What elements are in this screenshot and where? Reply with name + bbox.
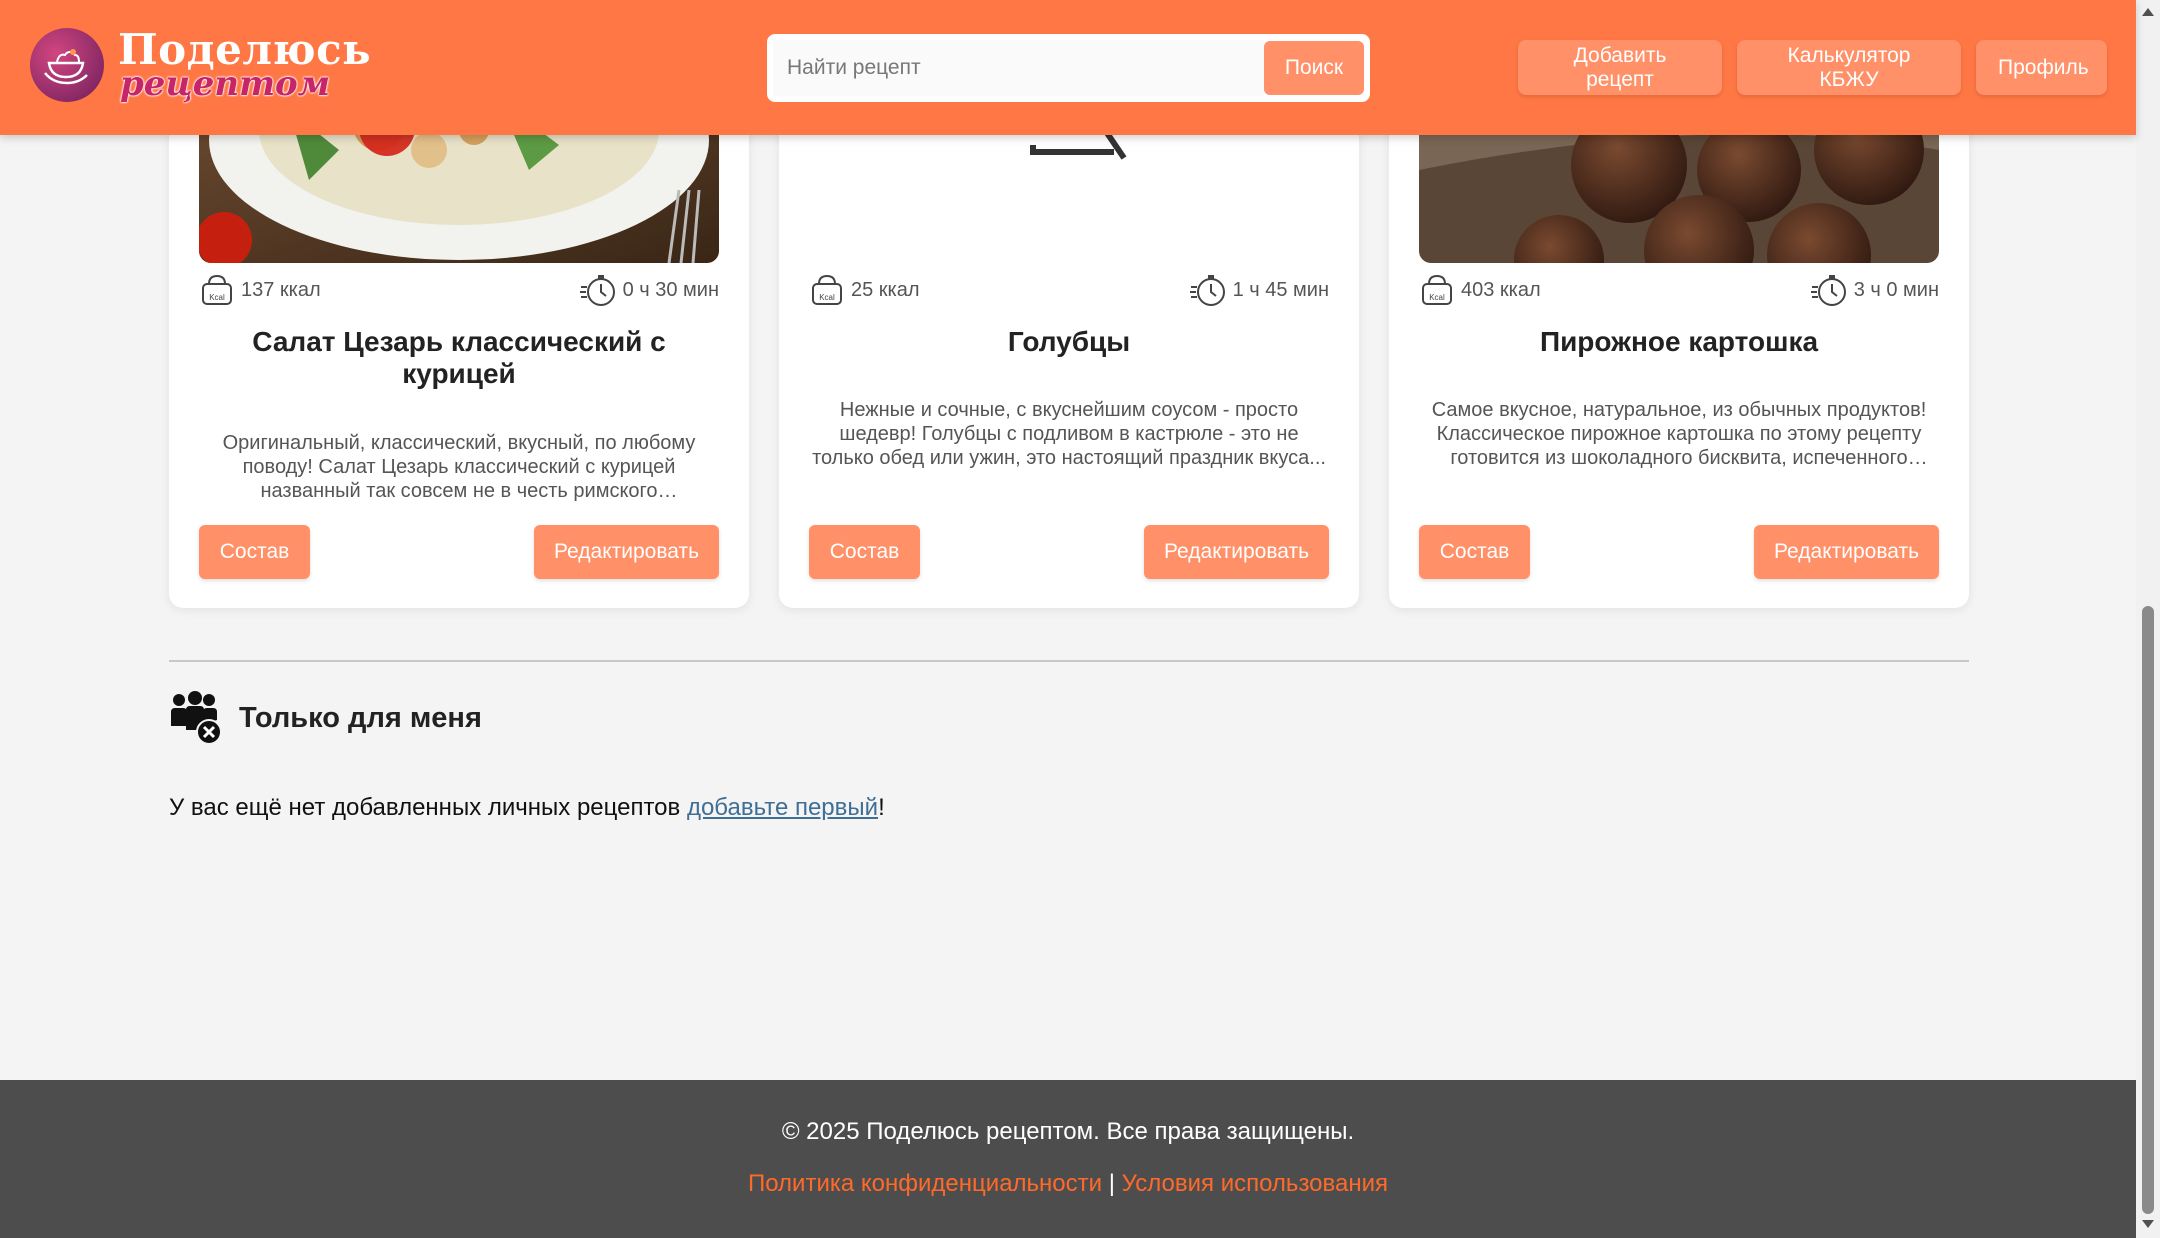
composition-button[interactable]: Состав bbox=[809, 525, 920, 579]
recipe-card: Kcal 25 ккал 1 ч 45 мин Голубцы Нежные и… bbox=[779, 90, 1359, 608]
composition-button[interactable]: Состав bbox=[199, 525, 310, 579]
stopwatch-icon bbox=[1810, 275, 1846, 306]
recipe-description: Оригинальный, классический, вкусный, по … bbox=[222, 432, 696, 502]
edit-button[interactable]: Редактировать bbox=[534, 525, 719, 579]
kcal-scale-icon: Kcal bbox=[202, 274, 232, 305]
profile-button[interactable]: Профиль bbox=[1976, 40, 2107, 95]
search-button[interactable]: Поиск bbox=[1264, 41, 1364, 95]
bowl-hand-logo-icon bbox=[30, 28, 104, 102]
empty-text: У вас ещё нет добавленных личных рецепто… bbox=[169, 794, 687, 821]
recipe-title: Пирожное картошка bbox=[1539, 326, 1819, 357]
footer-copyright: © 2025 Поделюсь рецептом. Все права защи… bbox=[781, 1118, 1355, 1145]
site-header: Поделюсь рецептом Поиск Добавить рецепт … bbox=[0, 0, 2136, 135]
edit-button[interactable]: Редактировать bbox=[1144, 525, 1329, 579]
svg-text:Kcal: Kcal bbox=[209, 293, 225, 302]
recipe-kcal: 137 ккал bbox=[241, 278, 321, 301]
recipe-time: 3 ч 0 мин bbox=[1853, 278, 1939, 301]
terms-link[interactable]: Условия использования bbox=[1122, 1170, 1388, 1197]
kcal-scale-icon: Kcal bbox=[812, 274, 842, 305]
recipe-description: Нежные и сочные, с вкуснейшим соусом - п… bbox=[812, 399, 1326, 469]
site-logo[interactable]: Поделюсь рецептом bbox=[30, 28, 371, 102]
edit-button[interactable]: Редактировать bbox=[1754, 525, 1939, 579]
page-scrollbar[interactable] bbox=[2136, 0, 2160, 1238]
recipe-kcal: 403 ккал bbox=[1461, 278, 1541, 301]
empty-personal-message: У вас ещё нет добавленных личных рецепто… bbox=[169, 794, 885, 822]
people-private-icon bbox=[171, 691, 222, 745]
footer-links: Политика конфиденциальности | Условия ис… bbox=[0, 1170, 2136, 1198]
recipe-card: Kcal 403 ккал 3 ч 0 мин Пирожное картошк… bbox=[1389, 90, 1969, 608]
scroll-up-icon[interactable] bbox=[2142, 8, 2154, 16]
recipe-title: Салат Цезарь классический с курицей bbox=[252, 326, 666, 389]
recipe-title: Голубцы bbox=[1007, 326, 1131, 357]
stopwatch-icon bbox=[1189, 275, 1225, 306]
privacy-policy-link[interactable]: Политика конфиденциальности bbox=[748, 1170, 1102, 1197]
search-form: Поиск bbox=[767, 34, 1370, 102]
add-first-link[interactable]: добавьте первый bbox=[687, 794, 878, 821]
stopwatch-icon bbox=[579, 275, 615, 306]
scroll-down-icon[interactable] bbox=[2142, 1220, 2154, 1228]
svg-text:Kcal: Kcal bbox=[1429, 293, 1445, 302]
svg-text:Kcal: Kcal bbox=[819, 293, 835, 302]
recipe-description: Самое вкусное, натуральное, из обычных п… bbox=[1431, 399, 1927, 469]
empty-text-end: ! bbox=[878, 794, 885, 821]
footer-separator: | bbox=[1102, 1170, 1122, 1197]
calculator-button[interactable]: Калькулятор КБЖУ bbox=[1737, 40, 1961, 95]
recipe-card: Kcal 137 ккал 0 ч 30 мин Салат Цезарь кл… bbox=[169, 90, 749, 608]
search-input[interactable] bbox=[773, 40, 1264, 96]
recipe-time: 1 ч 45 мин bbox=[1232, 278, 1329, 301]
recipe-time: 0 ч 30 мин bbox=[622, 278, 719, 301]
section-divider bbox=[169, 660, 1969, 662]
logo-subtitle: рецептом bbox=[120, 64, 331, 104]
personal-section-header: Только для меня bbox=[169, 690, 482, 746]
recipe-kcal: 25 ккал bbox=[851, 278, 920, 301]
composition-button[interactable]: Состав bbox=[1419, 525, 1530, 579]
scrollbar-thumb[interactable] bbox=[2142, 606, 2154, 1214]
site-footer: © 2025 Поделюсь рецептом. Все права защи… bbox=[0, 1080, 2136, 1238]
add-recipe-button[interactable]: Добавить рецепт bbox=[1518, 40, 1722, 95]
kcal-scale-icon: Kcal bbox=[1422, 274, 1452, 305]
personal-section-title: Только для меня bbox=[239, 701, 482, 734]
